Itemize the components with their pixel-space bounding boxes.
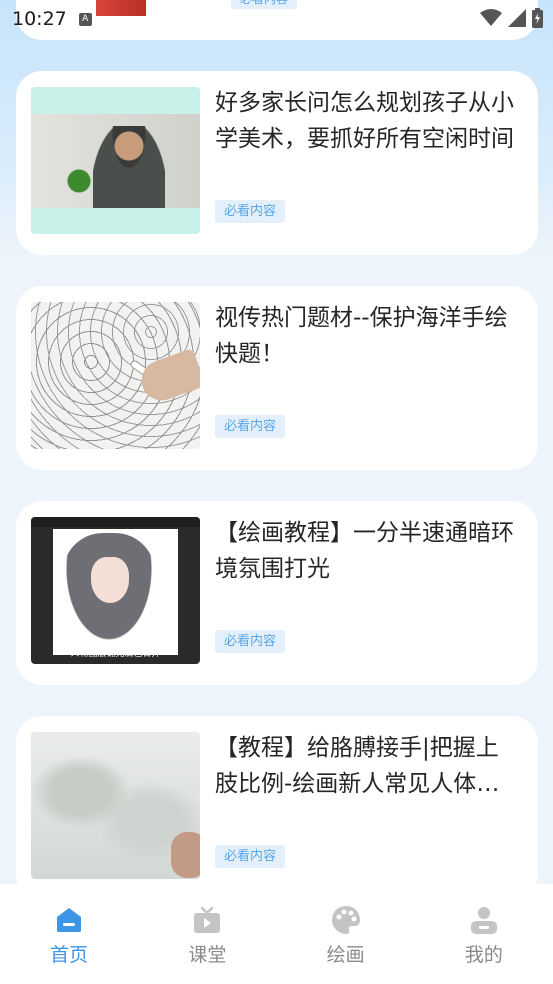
- card-tag: 必看内容: [215, 845, 286, 868]
- content-feed: 好多家长问怎么规划孩子从小学美术，要抓好所有空闲时间 必看内容 视传热门题材--…: [16, 71, 538, 931]
- tab-label: 我的: [464, 944, 503, 966]
- card-thumbnail: [31, 732, 200, 879]
- card-title: 好多家长问怎么规划孩子从小学美术，要抓好所有空闲时间: [215, 90, 514, 152]
- card-tag: 必看内容: [215, 415, 286, 438]
- card-tag: 必看内容: [215, 200, 286, 223]
- face-graphic: [91, 557, 129, 603]
- card-thumbnail: [31, 302, 200, 449]
- palette-icon: [331, 906, 360, 934]
- tab-classroom[interactable]: 课堂: [157, 904, 257, 967]
- battery-icon: [532, 8, 543, 28]
- feed-card[interactable]: 人物图层铺完底色合并 【绘画教程】一分半速通暗环境氛围打光 必看内容: [16, 501, 538, 685]
- status-time: 10:27: [12, 8, 67, 30]
- tab-label: 首页: [50, 944, 89, 966]
- keyboard-indicator-icon: A: [78, 12, 92, 26]
- thumbnail-caption: 人物图层铺完底色合并: [70, 649, 161, 659]
- tab-label: 课堂: [188, 944, 227, 966]
- card-tag: 必看内容: [215, 630, 286, 653]
- card-thumbnail: 人物图层铺完底色合并: [31, 517, 200, 664]
- card-title: 视传热门题材--保护海洋手绘快题！: [215, 305, 508, 367]
- signal-icon: [508, 9, 526, 27]
- card-thumbnail: [31, 87, 200, 234]
- card-title: 【绘画教程】一分半速通暗环境氛围打光: [215, 520, 514, 582]
- tab-label: 绘画: [326, 944, 365, 966]
- tab-profile[interactable]: 我的: [434, 904, 534, 967]
- card-title: 【教程】给胳膊接手|把握上肢比例-绘画新人常见人体问题: [215, 735, 500, 797]
- wifi-icon: [480, 9, 502, 26]
- status-bar: 10:27 A: [0, 0, 553, 38]
- user-icon: [470, 907, 497, 934]
- plant-graphic: [66, 166, 92, 196]
- person-graphic: [93, 126, 165, 208]
- tab-home[interactable]: 首页: [19, 904, 119, 967]
- home-icon: [57, 908, 82, 932]
- app-toolbar-graphic: [31, 517, 200, 527]
- status-icons: [480, 8, 543, 28]
- video-frame: [31, 114, 200, 208]
- feed-card[interactable]: 【教程】给胳膊接手|把握上肢比例-绘画新人常见人体问题 必看内容: [16, 716, 538, 900]
- bottom-tab-bar: 首页 课堂 绘画 我的: [0, 884, 553, 984]
- tv-icon: [194, 906, 221, 933]
- tab-drawing[interactable]: 绘画: [296, 904, 396, 967]
- feed-card[interactable]: 视传热门题材--保护海洋手绘快题！ 必看内容: [16, 286, 538, 470]
- feed-card[interactable]: 好多家长问怎么规划孩子从小学美术，要抓好所有空闲时间 必看内容: [16, 71, 538, 255]
- hand-graphic: [171, 832, 200, 878]
